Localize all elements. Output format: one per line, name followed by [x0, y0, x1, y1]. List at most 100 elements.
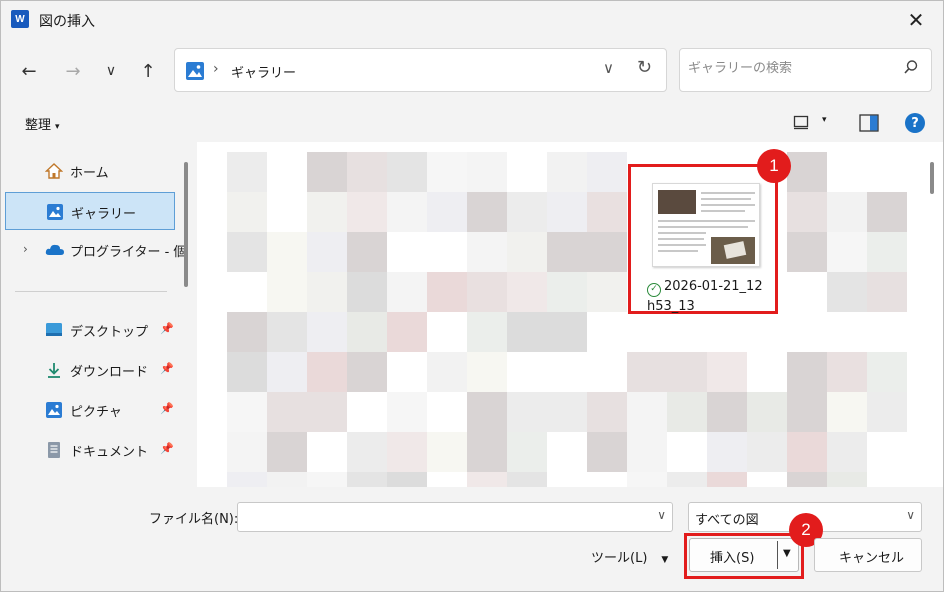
- view-caret-icon[interactable]: ▾: [822, 115, 827, 125]
- blurred-thumbnail-tile: [587, 232, 627, 272]
- sidebar-item-pictures[interactable]: ピクチャ 📌: [5, 391, 175, 429]
- insert-options-arrow[interactable]: ▼: [783, 548, 791, 559]
- close-button[interactable]: ✕: [901, 5, 931, 35]
- blurred-thumbnail-tile: [507, 232, 547, 272]
- filename-field[interactable]: ∨: [237, 502, 673, 532]
- blurred-thumbnail-tile: [867, 192, 907, 232]
- blurred-thumbnail-tile: [707, 352, 747, 392]
- search-input[interactable]: [688, 61, 888, 76]
- blurred-thumbnail-tile: [507, 192, 547, 232]
- sidebar-item-label: ギャラリー: [71, 207, 137, 222]
- blurred-thumbnail-tile: [547, 392, 587, 432]
- sidebar-item-downloads[interactable]: ダウンロード 📌: [5, 351, 175, 389]
- chevron-right-icon[interactable]: ›: [23, 242, 28, 256]
- download-icon: [45, 361, 63, 379]
- sidebar-item-gallery[interactable]: ギャラリー: [5, 192, 175, 230]
- blurred-thumbnail-tile: [267, 392, 307, 432]
- blurred-thumbnail-tile: [227, 472, 267, 487]
- blurred-thumbnail-tile: [507, 472, 547, 487]
- view-mode-icon[interactable]: [793, 114, 809, 134]
- refresh-icon[interactable]: ↻: [637, 57, 652, 78]
- sidebar-item-home[interactable]: ホーム: [5, 152, 175, 190]
- search-box[interactable]: [679, 48, 932, 92]
- tools-button[interactable]: ツール(L) ▼: [591, 547, 668, 566]
- desktop-icon: [45, 321, 63, 339]
- split-divider: [777, 541, 778, 569]
- blurred-thumbnail-tile: [307, 232, 347, 272]
- sidebar-item-label: ダウンロード: [70, 365, 149, 380]
- blurred-thumbnail-tile: [227, 392, 267, 432]
- pin-icon[interactable]: 📌: [160, 402, 174, 415]
- pin-icon[interactable]: 📌: [160, 442, 174, 455]
- sidebar-item-desktop[interactable]: デスクトップ 📌: [5, 311, 175, 349]
- breadcrumb-gallery[interactable]: ギャラリー: [231, 62, 296, 81]
- up-button[interactable]: ↑: [134, 57, 162, 85]
- sidebar-item-onedrive[interactable]: › プログライター - 個: [5, 231, 186, 269]
- insert-picture-dialog: W 図の挿入 ✕ ← → ∨ ↑ › ギャラリー ∨ ↻ 整理▾: [0, 0, 944, 592]
- preview-pane-icon[interactable]: [859, 114, 879, 136]
- organize-button[interactable]: 整理 ▾: [25, 114, 60, 133]
- blurred-thumbnail-tile: [827, 472, 867, 487]
- sidebar-item-label: ドキュメント: [70, 445, 149, 460]
- blurred-thumbnail-tile: [427, 192, 467, 232]
- sidebar-item-label: ピクチャ: [70, 405, 122, 420]
- file-list[interactable]: ✓ 2026-01-21_12 h53_13 1: [197, 142, 943, 487]
- blurred-thumbnail-tile: [427, 272, 467, 312]
- blurred-thumbnail-tile: [507, 392, 547, 432]
- blurred-thumbnail-tile: [267, 432, 307, 472]
- blurred-thumbnail-tile: [787, 392, 827, 432]
- blurred-thumbnail-tile: [467, 472, 507, 487]
- sidebar-scrollbar[interactable]: [184, 162, 188, 287]
- blurred-thumbnail-tile: [867, 232, 907, 272]
- blurred-thumbnail-tile: [707, 392, 747, 432]
- pin-icon[interactable]: 📌: [160, 322, 174, 335]
- blurred-thumbnail-tile: [307, 472, 347, 487]
- blurred-thumbnail-tile: [707, 472, 747, 487]
- blurred-thumbnail-tile: [667, 472, 707, 487]
- content-scrollbar[interactable]: [930, 162, 934, 194]
- blurred-thumbnail-tile: [507, 272, 547, 312]
- filename-label: ファイル名(N):: [149, 512, 239, 527]
- blurred-thumbnail-tile: [827, 352, 867, 392]
- blurred-thumbnail-tile: [827, 432, 867, 472]
- blurred-thumbnail-tile: [627, 432, 667, 472]
- blurred-thumbnail-tile: [307, 312, 347, 352]
- cloud-icon: [45, 241, 64, 259]
- file-thumbnail: [652, 183, 760, 267]
- sidebar-item-label: ホーム: [70, 166, 109, 181]
- blurred-thumbnail-tile: [787, 472, 827, 487]
- blurred-thumbnail-tile: [307, 392, 347, 432]
- address-bar[interactable]: › ギャラリー ∨ ↻: [174, 48, 667, 92]
- blurred-thumbnail-tile: [587, 392, 627, 432]
- title-bar: W 図の挿入 ✕: [1, 1, 943, 41]
- chevron-down-icon[interactable]: ∨: [657, 508, 666, 522]
- help-button[interactable]: ?: [905, 113, 925, 133]
- blurred-thumbnail-tile: [347, 272, 387, 312]
- blurred-thumbnail-tile: [827, 392, 867, 432]
- search-icon[interactable]: [903, 59, 919, 79]
- synced-check-icon: ✓: [647, 283, 661, 297]
- pin-icon[interactable]: 📌: [160, 362, 174, 375]
- cancel-label: キャンセル: [839, 551, 905, 566]
- forward-button[interactable]: →: [59, 57, 87, 85]
- blurred-thumbnail-tile: [547, 152, 587, 192]
- blurred-thumbnail-tile: [507, 432, 547, 472]
- selected-file-item[interactable]: ✓ 2026-01-21_12 h53_13: [628, 164, 778, 314]
- insert-label: 挿入(S): [710, 551, 755, 566]
- blurred-thumbnail-tile: [307, 192, 347, 232]
- cancel-button[interactable]: キャンセル: [814, 538, 922, 572]
- blurred-thumbnail-tile: [227, 192, 267, 232]
- annotation-badge-1: 1: [757, 149, 791, 183]
- chevron-down-icon[interactable]: ∨: [603, 59, 614, 77]
- word-app-icon: W: [11, 10, 29, 28]
- insert-button[interactable]: 挿入(S) ▼: [689, 538, 799, 572]
- back-button[interactable]: ←: [15, 57, 43, 85]
- sidebar-item-documents[interactable]: ドキュメント 📌: [5, 431, 175, 469]
- blurred-thumbnail-tile: [587, 192, 627, 232]
- chevron-down-icon[interactable]: ∨: [906, 508, 915, 522]
- blurred-thumbnail-tile: [547, 312, 587, 352]
- blurred-thumbnail-tile: [827, 232, 867, 272]
- blurred-thumbnail-tile: [787, 152, 827, 192]
- blurred-thumbnail-tile: [467, 432, 507, 472]
- recent-locations-button[interactable]: ∨: [97, 57, 125, 85]
